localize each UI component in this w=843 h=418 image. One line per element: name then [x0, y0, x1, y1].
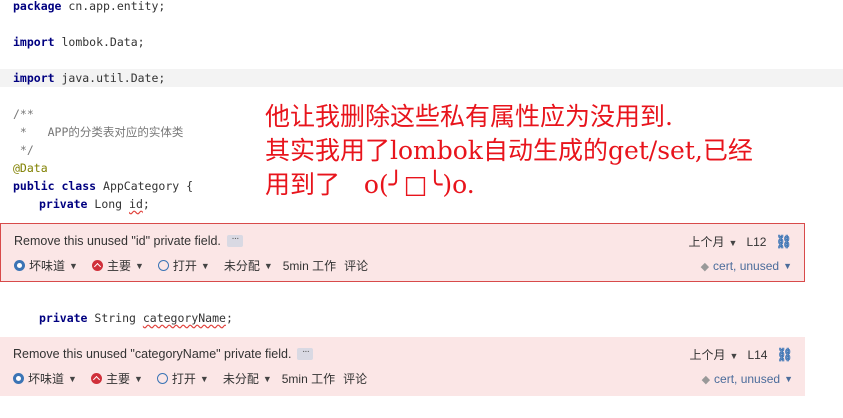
type-text: 坏味道 [28, 372, 65, 386]
field-name-id[interactable]: id [129, 197, 143, 211]
keyword: import [13, 35, 55, 49]
code-line-import-lombok: import lombok.Data; [0, 33, 843, 51]
keyword: public class [13, 179, 97, 193]
comment-text: * APP的分类表对应的实体类 [13, 125, 184, 139]
assignee-dropdown[interactable]: 未分配 ▼ [224, 257, 273, 274]
keyword: private [39, 197, 88, 211]
note-line-1: 他让我删除这些私有属性应为没用到. [265, 102, 673, 131]
note-line-2: 其实我用了lombok自动生成的get/set,已经 [265, 136, 753, 165]
tags-dropdown[interactable]: ◆ cert, unused ▼ [702, 372, 793, 386]
status-text: 打开 [172, 259, 197, 273]
age-dropdown[interactable]: 上个月 ▼ [690, 346, 739, 363]
issue-message[interactable]: Remove this unused "id" private field. ·… [14, 234, 243, 248]
chevron-down-icon: ▼ [200, 260, 210, 271]
severity-text: 主要 [106, 259, 131, 273]
assignee-text: 未分配 [222, 372, 259, 386]
field-name-category-name[interactable]: categoryName [143, 311, 226, 325]
link-icon[interactable]: ⛓ [776, 347, 793, 363]
annotation: @Data [13, 161, 48, 175]
chevron-down-icon: ▼ [784, 374, 793, 384]
keyword: private [39, 311, 88, 325]
tags-dropdown[interactable]: ◆ cert, unused ▼ [701, 259, 792, 273]
open-status-icon [156, 373, 168, 384]
comment-text: /** [13, 107, 34, 121]
code-line-field-category-name: private String categoryName; [0, 309, 843, 327]
issue-meta: 坏味道 ▼ 主要 ▼ 打开 ▼ 未分配 ▼ 5min 工作 评论 [14, 257, 382, 274]
comment-text: */ [13, 143, 34, 157]
import-path: java.util.Date; [54, 71, 166, 85]
tag-icon: ◆ [701, 373, 711, 386]
status-text: 打开 [171, 372, 196, 386]
code-line-package: package cn.app.entity; [0, 0, 843, 15]
handwritten-note: 他让我删除这些私有属性应为没用到. 其实我用了lombok自动生成的get/set… [265, 100, 835, 202]
severity-dropdown[interactable]: 主要 ▼ [90, 370, 143, 387]
more-button[interactable]: ··· [297, 347, 314, 360]
more-button[interactable]: ··· [226, 234, 243, 247]
class-name: AppCategory { [96, 179, 194, 193]
status-dropdown[interactable]: 打开 ▼ [156, 370, 209, 387]
effort-text: 5min 工作 [282, 259, 337, 273]
age-dropdown[interactable]: 上个月 ▼ [689, 233, 738, 250]
type-text: 坏味道 [29, 259, 66, 273]
chevron-down-icon: ▼ [729, 351, 739, 361]
comment-button[interactable]: 评论 [344, 257, 368, 274]
status-dropdown[interactable]: 打开 ▼ [157, 257, 210, 274]
line-number: L12 [746, 234, 767, 249]
line-number: L14 [747, 347, 768, 362]
chevron-down-icon: ▼ [262, 373, 272, 384]
tags-text: cert, unused [714, 372, 781, 386]
tag-icon: ◆ [700, 260, 710, 273]
major-severity-icon [90, 373, 102, 384]
code-smell-icon [14, 260, 25, 271]
age-text: 上个月 [689, 348, 726, 362]
chevron-down-icon: ▼ [783, 261, 792, 271]
tags-text: cert, unused [713, 259, 780, 273]
link-icon[interactable]: ⛓ [775, 234, 792, 250]
severity-dropdown[interactable]: 主要 ▼ [91, 257, 144, 274]
severity-text: 主要 [105, 372, 130, 386]
comment-button[interactable]: 评论 [343, 370, 367, 387]
open-status-icon [157, 260, 169, 271]
age-text: 上个月 [688, 235, 725, 249]
effort-text: 5min 工作 [281, 372, 336, 386]
issue-message-text[interactable]: Remove this unused "categoryName" privat… [13, 347, 291, 361]
chevron-down-icon: ▼ [728, 238, 738, 248]
chevron-down-icon: ▼ [69, 260, 78, 271]
chevron-down-icon: ▼ [68, 373, 77, 384]
issue-location: 上个月 ▼ L12 ⛓ [689, 233, 792, 250]
chevron-down-icon: ▼ [134, 260, 144, 271]
issue-message-text[interactable]: Remove this unused "id" private field. [14, 234, 221, 248]
issue-message[interactable]: Remove this unused "categoryName" privat… [13, 347, 314, 361]
code-smell-icon [13, 373, 24, 384]
type-dropdown[interactable]: 坏味道 ▼ [13, 370, 77, 387]
field-type: String [87, 311, 143, 325]
issue-meta: 坏味道 ▼ 主要 ▼ 打开 ▼ 未分配 ▼ 5min 工作 评论 [13, 370, 381, 387]
import-path: lombok.Data; [54, 35, 145, 49]
chevron-down-icon: ▼ [133, 373, 143, 384]
code-line-import-date: import java.util.Date; [0, 69, 843, 87]
issue-location: 上个月 ▼ L14 ⛓ [690, 346, 793, 363]
keyword: import [13, 71, 55, 85]
issue-card-id[interactable]: Remove this unused "id" private field. ·… [0, 223, 805, 282]
assignee-dropdown[interactable]: 未分配 ▼ [223, 370, 272, 387]
issue-card-category-name[interactable]: Remove this unused "categoryName" privat… [0, 337, 805, 396]
keyword: package [13, 0, 62, 13]
major-severity-icon [91, 260, 103, 271]
package-name: cn.app.entity; [61, 0, 166, 13]
semicolon: ; [225, 311, 233, 325]
chevron-down-icon: ▼ [199, 373, 209, 384]
assignee-text: 未分配 [223, 259, 260, 273]
chevron-down-icon: ▼ [263, 260, 273, 271]
field-type: Long [87, 197, 130, 211]
type-dropdown[interactable]: 坏味道 ▼ [14, 257, 78, 274]
semicolon: ; [142, 197, 150, 211]
note-line-3: 用到了 o(╯□╰)o. [265, 170, 475, 199]
